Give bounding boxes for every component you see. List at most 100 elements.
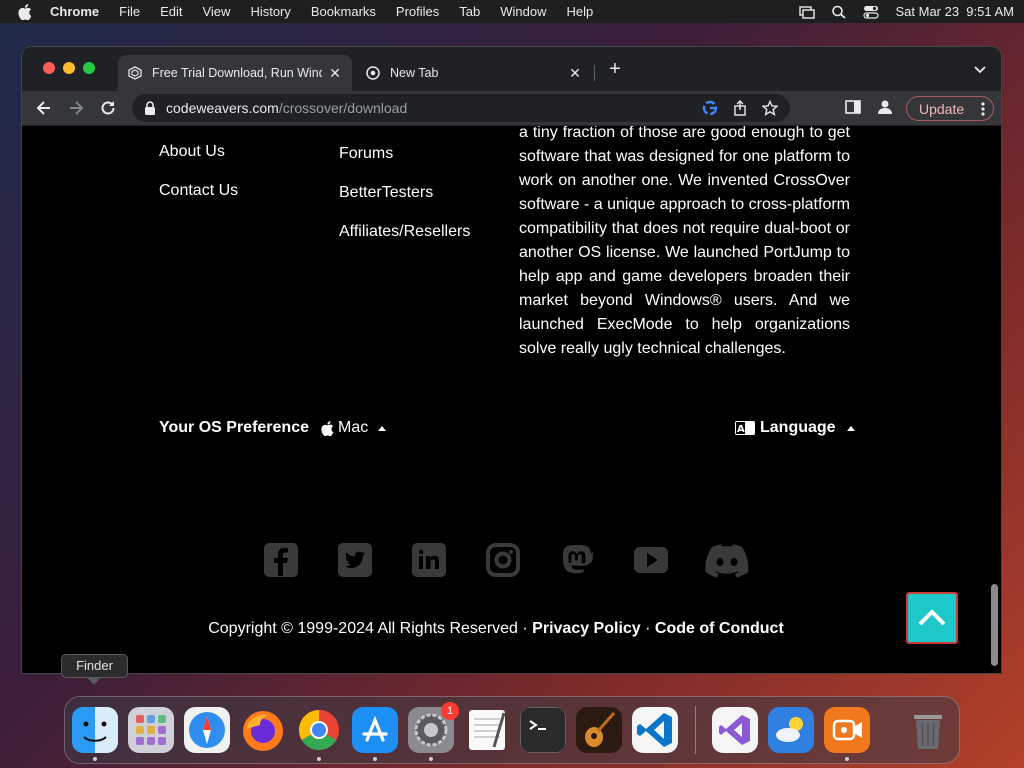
google-icon[interactable]: [702, 100, 718, 116]
youtube-icon[interactable]: [633, 542, 669, 578]
share-icon[interactable]: [732, 100, 748, 116]
code-of-conduct-link[interactable]: Code of Conduct: [655, 620, 784, 637]
copyright-footer: Copyright © 1999-2024 All Rights Reserve…: [22, 620, 970, 638]
minimize-window-button[interactable]: [63, 62, 75, 74]
apple-logo-icon: [321, 420, 334, 436]
close-tab-icon[interactable]: ✕: [568, 66, 582, 80]
visual-studio-icon[interactable]: [712, 707, 758, 753]
toolbar-right-icons: [844, 98, 894, 116]
trash-icon[interactable]: [905, 707, 951, 753]
menu-file[interactable]: File: [119, 4, 140, 19]
menu-edit[interactable]: Edit: [160, 4, 182, 19]
footer-separator: ·: [640, 620, 655, 637]
zoom-window-button[interactable]: [83, 62, 95, 74]
spotlight-search-icon[interactable]: [831, 5, 847, 19]
more-options-icon[interactable]: [981, 101, 985, 117]
lock-icon[interactable]: [144, 101, 156, 115]
about-description: a tiny fraction of those are good enough…: [519, 126, 850, 357]
launchpad-icon[interactable]: [128, 707, 174, 753]
running-indicator: [317, 757, 321, 761]
running-indicator: [93, 757, 97, 761]
tooltip-arrow: [87, 677, 101, 685]
apple-logo-icon[interactable]: [18, 3, 32, 20]
control-center-icon[interactable]: [863, 5, 880, 19]
dock-separator: [695, 706, 696, 754]
os-preference-value: Mac: [338, 419, 369, 436]
menu-bar: Chrome File Edit View History Bookmarks …: [0, 0, 1024, 23]
translate-icon: A: [735, 421, 755, 435]
copyright-text: Copyright © 1999-2024 All Rights Reserve…: [208, 620, 533, 637]
garageband-icon[interactable]: [576, 707, 622, 753]
menu-history[interactable]: History: [250, 4, 290, 19]
scrollbar-thumb[interactable]: [991, 584, 998, 666]
tab-title: Free Trial Download, Run Wind: [152, 66, 322, 80]
safari-icon[interactable]: [184, 707, 230, 753]
mastodon-icon[interactable]: [559, 542, 595, 578]
browser-toolbar: codeweavers.com/crossover/download Updat…: [22, 91, 1001, 126]
forward-arrow-icon[interactable]: [67, 99, 85, 117]
reload-icon[interactable]: [99, 99, 117, 117]
tab-codeweavers[interactable]: Free Trial Download, Run Wind ✕: [118, 55, 352, 91]
chrome-icon[interactable]: [296, 707, 342, 753]
new-tab-button[interactable]: +: [607, 59, 623, 79]
running-indicator: [373, 757, 377, 761]
facebook-icon[interactable]: [263, 542, 299, 578]
bookmark-star-icon[interactable]: [762, 100, 778, 116]
tab-strip: Free Trial Download, Run Wind ✕ New Tab …: [22, 47, 1001, 91]
linkedin-icon[interactable]: [411, 542, 447, 578]
notification-badge: 1: [441, 702, 459, 720]
discord-icon[interactable]: [705, 542, 749, 578]
tab-search-chevron-icon[interactable]: [973, 62, 987, 76]
menubar-clock[interactable]: Sat Mar 23 9:51 AM: [895, 4, 1014, 19]
weather-icon[interactable]: [768, 707, 814, 753]
svg-text:A: A: [737, 424, 745, 435]
menu-window[interactable]: Window: [500, 4, 546, 19]
footer-link-affiliates[interactable]: Affiliates/Resellers: [339, 223, 470, 241]
visual-studio-code-icon[interactable]: [632, 707, 678, 753]
twitter-icon[interactable]: [337, 542, 373, 578]
menu-view[interactable]: View: [202, 4, 230, 19]
footer-link-forums[interactable]: Forums: [339, 145, 393, 163]
menu-profiles[interactable]: Profiles: [396, 4, 439, 19]
firefox-icon[interactable]: [240, 707, 286, 753]
chrome-window: Free Trial Download, Run Wind ✕ New Tab …: [22, 47, 1001, 673]
menu-help[interactable]: Help: [567, 4, 594, 19]
back-arrow-icon[interactable]: [35, 99, 53, 117]
page-scrollbar[interactable]: [987, 126, 1001, 673]
caret-up-icon: [846, 425, 855, 431]
finder-icon[interactable]: [72, 707, 118, 753]
url-path: /crossover/download: [278, 100, 408, 116]
profile-avatar-icon[interactable]: [876, 98, 894, 116]
address-bar[interactable]: codeweavers.com/crossover/download: [132, 94, 790, 122]
os-preference-dropdown[interactable]: Mac: [321, 419, 387, 437]
scroll-to-top-button[interactable]: [906, 592, 958, 644]
menubar-status-area: Sat Mar 23 9:51 AM: [799, 4, 1014, 19]
screen-recorder-icon[interactable]: [824, 707, 870, 753]
instagram-icon[interactable]: [485, 542, 521, 578]
textedit-icon[interactable]: [464, 707, 510, 753]
app-store-icon[interactable]: [352, 707, 398, 753]
tab-new-tab[interactable]: New Tab ✕: [356, 55, 592, 91]
caret-up-icon: [378, 425, 387, 431]
page-viewport: About Us Contact Us Forums BetterTesters…: [22, 126, 1001, 673]
update-button[interactable]: Update: [906, 96, 994, 121]
footer-link-contact-us[interactable]: Contact Us: [159, 182, 238, 200]
address-bar-actions: [702, 100, 778, 116]
screen-mirroring-icon[interactable]: [799, 5, 816, 19]
chevron-up-icon: [918, 609, 946, 626]
codeweavers-favicon-icon: [128, 66, 142, 80]
side-panel-icon[interactable]: [844, 98, 862, 116]
terminal-icon[interactable]: [520, 707, 566, 753]
tab-title: New Tab: [390, 66, 439, 80]
update-label: Update: [919, 100, 965, 117]
menu-app-name[interactable]: Chrome: [50, 4, 99, 19]
menu-bookmarks[interactable]: Bookmarks: [311, 4, 376, 19]
close-window-button[interactable]: [43, 62, 55, 74]
menu-tab[interactable]: Tab: [459, 4, 480, 19]
footer-link-about-us[interactable]: About Us: [159, 143, 225, 161]
footer-link-bettertesters[interactable]: BetterTesters: [339, 184, 433, 202]
privacy-policy-link[interactable]: Privacy Policy: [532, 620, 641, 637]
url-host: codeweavers.com: [166, 100, 279, 116]
close-tab-icon[interactable]: ✕: [328, 66, 342, 80]
language-dropdown[interactable]: A Language: [735, 419, 855, 437]
